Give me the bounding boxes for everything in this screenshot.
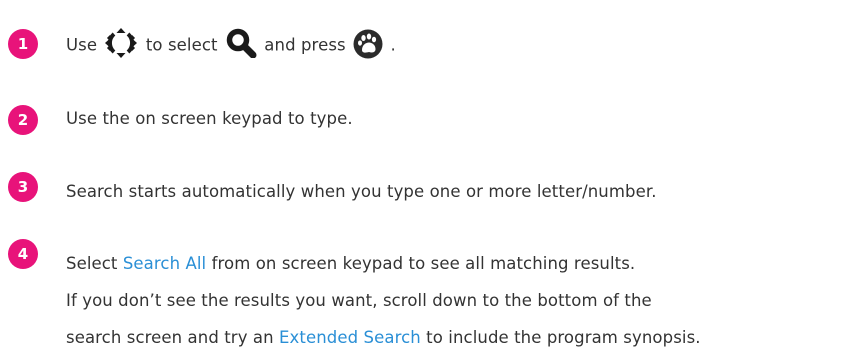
- step-4-line-1-after: from on screen keypad to see all matchin…: [206, 254, 636, 273]
- step-1-text: Use to select and press .: [66, 27, 396, 62]
- step-4-line-1: Select Search All from on screen keypad …: [66, 253, 635, 275]
- step-4-line-1-before: Select: [66, 254, 123, 273]
- step-3-text: Search starts automatically when you typ…: [66, 182, 657, 201]
- step-2-text: Use the on screen keypad to type.: [66, 109, 353, 128]
- extended-search-link[interactable]: Extended Search: [279, 328, 421, 347]
- search-magnifier-icon: [225, 28, 257, 59]
- step-4-line-3-after: to include the program synopsis.: [420, 328, 701, 347]
- step-1-and-press-label: and press: [264, 35, 346, 55]
- search-all-link[interactable]: Search All: [123, 254, 206, 273]
- step-1-use-label: Use: [66, 35, 98, 55]
- step-4-line-3-before: search screen and try an: [66, 328, 280, 347]
- step-4-line-3: search screen and try an Extended Search…: [66, 327, 701, 349]
- step-number-badge: 2: [8, 105, 38, 135]
- step-number-badge: 4: [8, 239, 38, 269]
- step-4-line-2: If you don’t see the results you want, s…: [66, 291, 652, 310]
- step-number-badge: 3: [8, 172, 38, 202]
- step-1-to-select-label: to select: [145, 35, 218, 55]
- directional-pad-icon: [104, 27, 138, 59]
- paw-button-icon: [353, 29, 383, 59]
- step-number-badge: 1: [8, 29, 38, 59]
- step-1-period: .: [390, 35, 396, 55]
